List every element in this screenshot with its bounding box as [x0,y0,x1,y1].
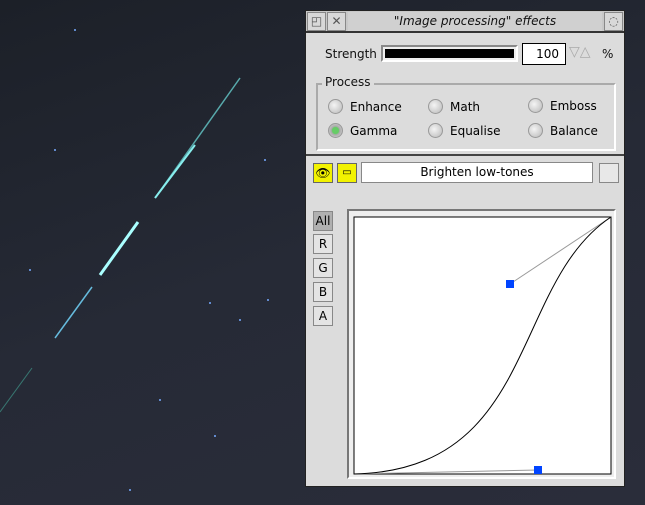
channel-all-button[interactable]: All [313,211,333,231]
preset-panel-icon[interactable] [599,163,619,183]
curve-canvas[interactable] [349,211,614,477]
radio-label: Equalise [450,123,501,138]
image-processing-window: ◰ ✕ "Image processing" effects ◌ Strengt… [305,10,625,487]
title-bar[interactable]: ◰ ✕ "Image processing" effects ◌ [306,11,624,33]
strength-slider-fill [385,49,514,58]
window-title: "Image processing" effects [348,12,602,31]
radio-label: Gamma [350,123,398,138]
percent-unit: % [602,47,614,61]
decrement-icon[interactable]: ▽ [569,44,580,60]
radio-icon [528,98,543,113]
radio-emboss[interactable]: Emboss [528,98,597,113]
close-icon[interactable]: ✕ [327,12,346,31]
radio-label: Math [450,99,481,114]
radio-gamma[interactable]: Gamma [328,123,397,138]
divider [306,154,624,156]
radio-balance[interactable]: Balance [528,123,598,138]
radio-label: Emboss [550,98,597,113]
process-label: Process [322,75,374,89]
radio-math[interactable]: Math [428,99,480,114]
strength-stepper[interactable]: ▽△ [569,44,591,60]
radio-icon [528,123,543,138]
channel-a-button[interactable]: A [313,306,333,326]
channel-g-button[interactable]: G [313,258,333,278]
radio-icon [428,123,443,138]
radio-equalise[interactable]: Equalise [428,123,500,138]
strength-input[interactable]: 100 [522,43,566,65]
strength-label: Strength [325,47,377,61]
process-group [316,83,616,151]
preview-eye-icon[interactable]: 👁 [313,163,333,183]
preset-field[interactable]: Brighten low-tones [361,162,593,183]
radio-selected-icon [328,123,343,138]
radio-icon [328,99,343,114]
radio-label: Balance [550,123,598,138]
radio-enhance[interactable]: Enhance [328,99,402,114]
increment-icon[interactable]: △ [580,44,591,60]
control-handle-high[interactable] [506,280,514,288]
channel-r-button[interactable]: R [313,234,333,254]
radio-icon [428,99,443,114]
back-icon[interactable]: ◰ [307,12,326,31]
preset-menu-icon[interactable]: ▭ [337,163,357,183]
control-handle-low[interactable] [534,466,542,474]
curve-editor[interactable] [347,209,616,479]
strength-slider[interactable] [381,45,518,62]
radio-label: Enhance [350,99,402,114]
toggle-size-icon[interactable]: ◌ [604,12,623,31]
channel-b-button[interactable]: B [313,282,333,302]
